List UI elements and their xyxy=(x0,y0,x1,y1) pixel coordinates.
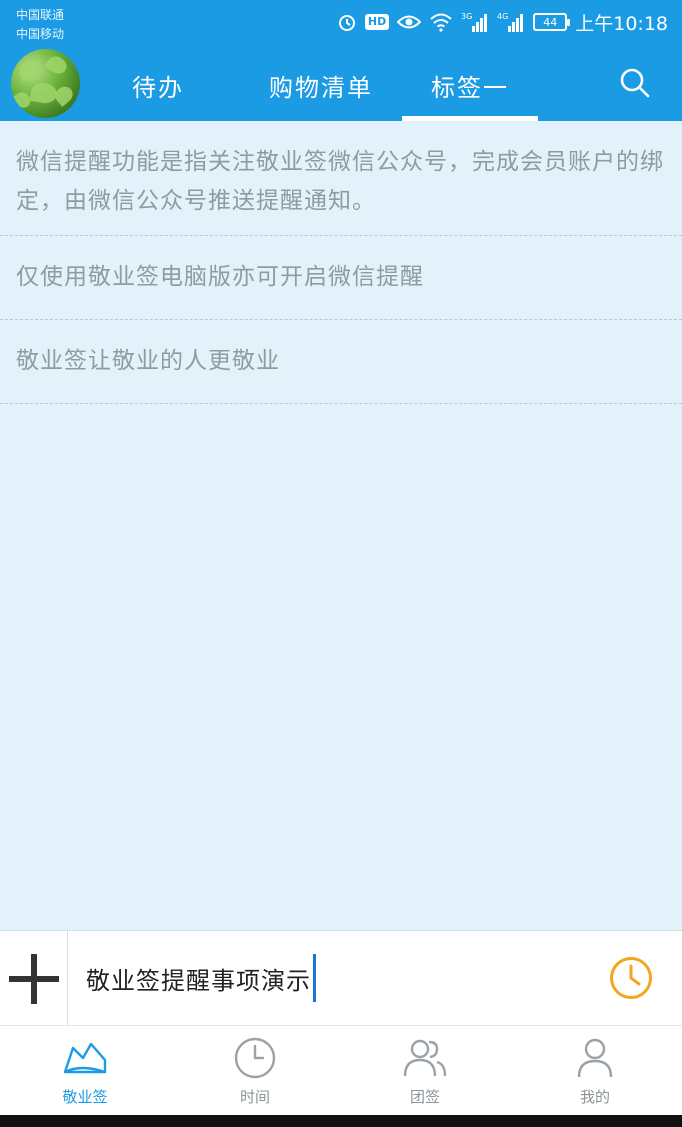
carrier-info: 中国联通 中国移动 xyxy=(16,6,64,44)
note-input-bar: 敬业签提醒事项演示 xyxy=(0,930,682,1026)
alarm-icon xyxy=(337,12,357,32)
bottom-navigation: 敬业签 时间 团签 我的 xyxy=(0,1025,682,1115)
battery-indicator: 44 xyxy=(533,13,571,31)
net-4g-label: 4G xyxy=(497,12,508,21)
status-bar-right: HD 3G 4G 44 上午10:18 xyxy=(337,8,668,36)
search-icon[interactable] xyxy=(618,66,652,100)
tab-todo[interactable]: 待办 xyxy=(120,50,196,121)
clock-icon[interactable] xyxy=(608,955,654,1001)
nav-label: 时间 xyxy=(239,1088,270,1106)
nav-label: 敬业签 xyxy=(62,1088,108,1106)
app-header: 中国联通 中国移动 HD 3G 4G 44 上午10:18 待办 购物清单 标签… xyxy=(0,0,682,121)
note-list: 微信提醒功能是指关注敬业签微信公众号，完成会员账户的绑定，由微信公众号推送提醒通… xyxy=(0,121,682,404)
plus-icon[interactable] xyxy=(0,931,68,1026)
carrier-1: 中国联通 xyxy=(16,8,65,22)
note-text: 仅使用敬业签电脑版亦可开启微信提醒 xyxy=(16,264,424,290)
eye-icon xyxy=(397,13,422,31)
status-time: 上午10:18 xyxy=(575,12,668,35)
wifi-icon xyxy=(429,12,453,32)
list-item[interactable]: 微信提醒功能是指关注敬业签微信公众号，完成会员账户的绑定，由微信公众号推送提醒通… xyxy=(0,121,682,236)
system-bar xyxy=(0,1115,682,1127)
tab-bar: 待办 购物清单 标签一 xyxy=(90,50,590,121)
note-text: 微信提醒功能是指关注敬业签微信公众号，完成会员账户的绑定，由微信公众号推送提醒通… xyxy=(16,149,664,214)
hd-badge: HD xyxy=(364,14,390,30)
nav-item-me[interactable]: 我的 xyxy=(510,1026,680,1116)
signal-4g-icon: 4G xyxy=(497,11,525,33)
tab-shopping-list[interactable]: 购物清单 xyxy=(260,50,382,121)
note-input-field[interactable]: 敬业签提醒事项演示 xyxy=(86,949,586,1007)
list-item[interactable]: 敬业签让敬业的人更敬业 xyxy=(0,320,682,404)
text-caret xyxy=(313,954,316,1002)
clock-icon xyxy=(231,1036,279,1080)
note-text: 敬业签让敬业的人更敬业 xyxy=(16,348,280,374)
signal-3g-icon: 3G xyxy=(461,11,489,33)
nav-item-time[interactable]: 时间 xyxy=(170,1026,340,1116)
user-icon xyxy=(571,1036,619,1080)
nav-label: 我的 xyxy=(579,1088,610,1106)
nav-label: 团签 xyxy=(409,1088,440,1106)
nav-item-team[interactable]: 团签 xyxy=(340,1026,510,1116)
list-item[interactable]: 仅使用敬业签电脑版亦可开启微信提醒 xyxy=(0,236,682,320)
nav-item-jingyeqian[interactable]: 敬业签 xyxy=(0,1026,170,1116)
avatar[interactable] xyxy=(11,49,80,118)
tab-tag-one[interactable]: 标签一 xyxy=(402,50,538,121)
group-icon xyxy=(401,1036,449,1080)
note-icon xyxy=(61,1036,109,1080)
note-input-value: 敬业签提醒事项演示 xyxy=(86,966,311,995)
net-3g-label: 3G xyxy=(461,12,472,21)
carrier-2: 中国移动 xyxy=(16,27,65,41)
